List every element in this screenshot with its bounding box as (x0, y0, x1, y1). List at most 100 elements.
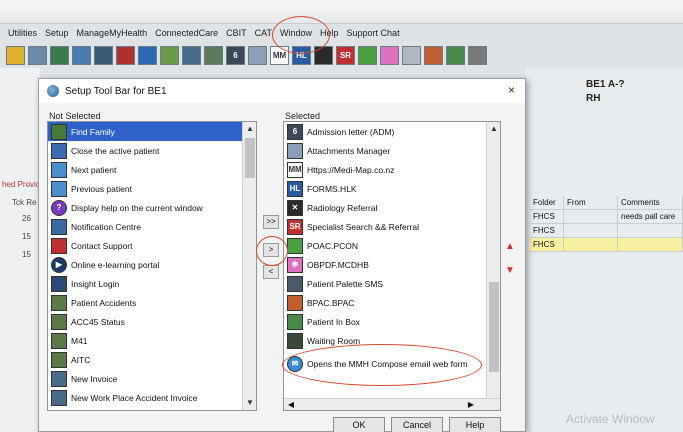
setup-toolbar-dialog: Setup Tool Bar for BE1 × Not Selected Se… (38, 78, 526, 432)
table-row[interactable]: FHCS (530, 224, 683, 238)
list-item[interactable]: AITC (48, 350, 256, 369)
radiology-icon[interactable] (314, 45, 333, 65)
close-button[interactable]: × (508, 83, 515, 97)
list-item[interactable]: ✻ OBPDF.MCDHB (284, 255, 500, 274)
hlk-icon[interactable]: HL (292, 45, 311, 65)
menu-window[interactable]: Window (280, 28, 312, 42)
table-row[interactable]: FHCS (530, 238, 683, 252)
list-item[interactable]: M41 (48, 331, 256, 350)
add-button[interactable]: > (263, 243, 279, 257)
list-item-label: OBPDF.MCDHB (307, 259, 369, 270)
list-item-label: Waiting Room (307, 335, 361, 346)
inbox-icon[interactable] (72, 45, 91, 65)
list-item[interactable]: Next patient (48, 160, 256, 179)
list-item[interactable]: Attachments Manager (284, 141, 500, 160)
list-item[interactable]: Notification Centre (48, 217, 256, 236)
scan-icon[interactable] (28, 45, 47, 65)
patient-icon[interactable] (50, 45, 69, 65)
history-icon[interactable] (6, 45, 25, 65)
list-item-label: Notification Centre (71, 221, 141, 232)
bpac-icon[interactable] (446, 45, 465, 65)
column-header[interactable]: Comments (618, 196, 683, 209)
ncd-icon[interactable] (116, 45, 135, 65)
vertical-scrollbar[interactable]: ▲ ▼ (242, 122, 256, 410)
list-item-label: Patient In Box (307, 316, 360, 327)
help-button[interactable]: Help (449, 417, 501, 432)
list-item[interactable]: SR Specialist Search && Referral (284, 217, 500, 236)
scroll-thumb[interactable] (489, 282, 499, 372)
list-item[interactable]: Close the active patient (48, 141, 256, 160)
sr-icon[interactable]: SR (336, 45, 355, 65)
list-item[interactable]: ACC45 Status (48, 312, 256, 331)
scroll-right-arrow-icon[interactable]: ▶ (464, 399, 478, 410)
opbf-icon: ✻ (287, 256, 303, 273)
table-row[interactable]: FHCS needs pall care (530, 210, 683, 224)
notes-icon[interactable] (94, 45, 113, 65)
list-item[interactable]: Previous patient (48, 179, 256, 198)
menu-managemyhealth[interactable]: ManageMyHealth (77, 28, 148, 42)
table-cell: FHCS (530, 224, 564, 237)
opbf-icon[interactable] (380, 45, 399, 65)
list-item[interactable]: Insight Login (48, 274, 256, 293)
house-icon[interactable] (468, 45, 487, 65)
family-icon[interactable] (160, 45, 179, 65)
menu-setup[interactable]: Setup (45, 28, 69, 42)
add-all-button[interactable]: >> (263, 215, 279, 229)
table-cell: needs pall care (618, 210, 683, 223)
list-item[interactable]: ✉ Opens the MMH Compose email web form (284, 354, 500, 373)
list-item[interactable]: MM Https://Medi-Map.co.nz (284, 160, 500, 179)
column-header[interactable]: From (564, 196, 618, 209)
not-selected-list[interactable]: Find Family Close the active patient Nex… (47, 121, 257, 411)
poac-icon[interactable] (358, 45, 377, 65)
vertical-scrollbar[interactable]: ▲ (486, 122, 500, 398)
list-item[interactable]: ? Display help on the current window (48, 198, 256, 217)
list-item[interactable]: BPAC.BPAC (284, 293, 500, 312)
move-up-arrow-icon[interactable]: ▲ (505, 241, 515, 252)
selected-list[interactable]: 6 Admission letter (ADM) Attachments Man… (283, 121, 501, 411)
patient-header-line1: BE1 A-? (586, 79, 625, 90)
scroll-up-arrow-icon[interactable]: ▲ (243, 122, 256, 136)
list-item[interactable]: Patient In Box (284, 312, 500, 331)
medimap-icon[interactable]: MM (270, 45, 289, 65)
column-header[interactable]: Folder (530, 196, 564, 209)
menu-utilities[interactable]: Utilities (8, 28, 37, 42)
remove-button[interactable]: < (263, 265, 279, 279)
list-item-label: Attachments Manager (307, 145, 391, 156)
menu-cbit[interactable]: CBIT (226, 28, 247, 42)
blank-icon[interactable] (402, 45, 421, 65)
list-item[interactable]: Patient Accidents (48, 293, 256, 312)
ppp-icon[interactable] (138, 45, 157, 65)
cancel-button[interactable]: Cancel (391, 417, 443, 432)
list-item[interactable]: Contact Support (48, 236, 256, 255)
menu-support-chat[interactable]: Support Chat (347, 28, 400, 42)
palette-icon[interactable] (424, 45, 443, 65)
list-item[interactable]: Patient Palette SMS (284, 274, 500, 293)
list-item[interactable]: 6 Admission letter (ADM) (284, 122, 500, 141)
menu-cat[interactable]: CAT (255, 28, 272, 42)
list-item[interactable]: HL FORMS.HLK (284, 179, 500, 198)
list-item[interactable]: ▶ Online e-learning portal (48, 255, 256, 274)
form-icon[interactable] (182, 45, 201, 65)
list-item[interactable]: Find Family (48, 122, 256, 141)
menu-help[interactable]: Help (320, 28, 339, 42)
list-item[interactable]: ✕ Radiology Referral (284, 198, 500, 217)
admission-icon[interactable]: 6 (226, 45, 245, 65)
scroll-left-arrow-icon[interactable]: ◀ (284, 399, 298, 410)
attachment-icon[interactable] (248, 45, 267, 65)
scroll-thumb[interactable] (245, 138, 255, 178)
ok-button[interactable]: OK (333, 417, 385, 432)
dialog-title-bar[interactable]: Setup Tool Bar for BE1 (39, 79, 525, 103)
horizontal-scrollbar[interactable]: ◀ ▶ (284, 398, 500, 410)
menu-connectedcare[interactable]: ConnectedCare (155, 28, 218, 42)
move-down-arrow-icon[interactable]: ▼ (505, 265, 515, 276)
support-icon (51, 237, 67, 254)
scroll-up-arrow-icon[interactable]: ▲ (487, 122, 500, 136)
list-item[interactable]: POAC.PCON (284, 236, 500, 255)
list-item[interactable]: New Work Place Accident Invoice (48, 388, 256, 407)
scroll-down-arrow-icon[interactable]: ▼ (243, 396, 256, 410)
list-item[interactable]: Waiting Room (284, 331, 500, 350)
selected-label: Selected (285, 111, 321, 121)
list-item[interactable]: New Invoice (48, 369, 256, 388)
form2-icon[interactable] (204, 45, 223, 65)
sr-icon: SR (287, 218, 303, 235)
